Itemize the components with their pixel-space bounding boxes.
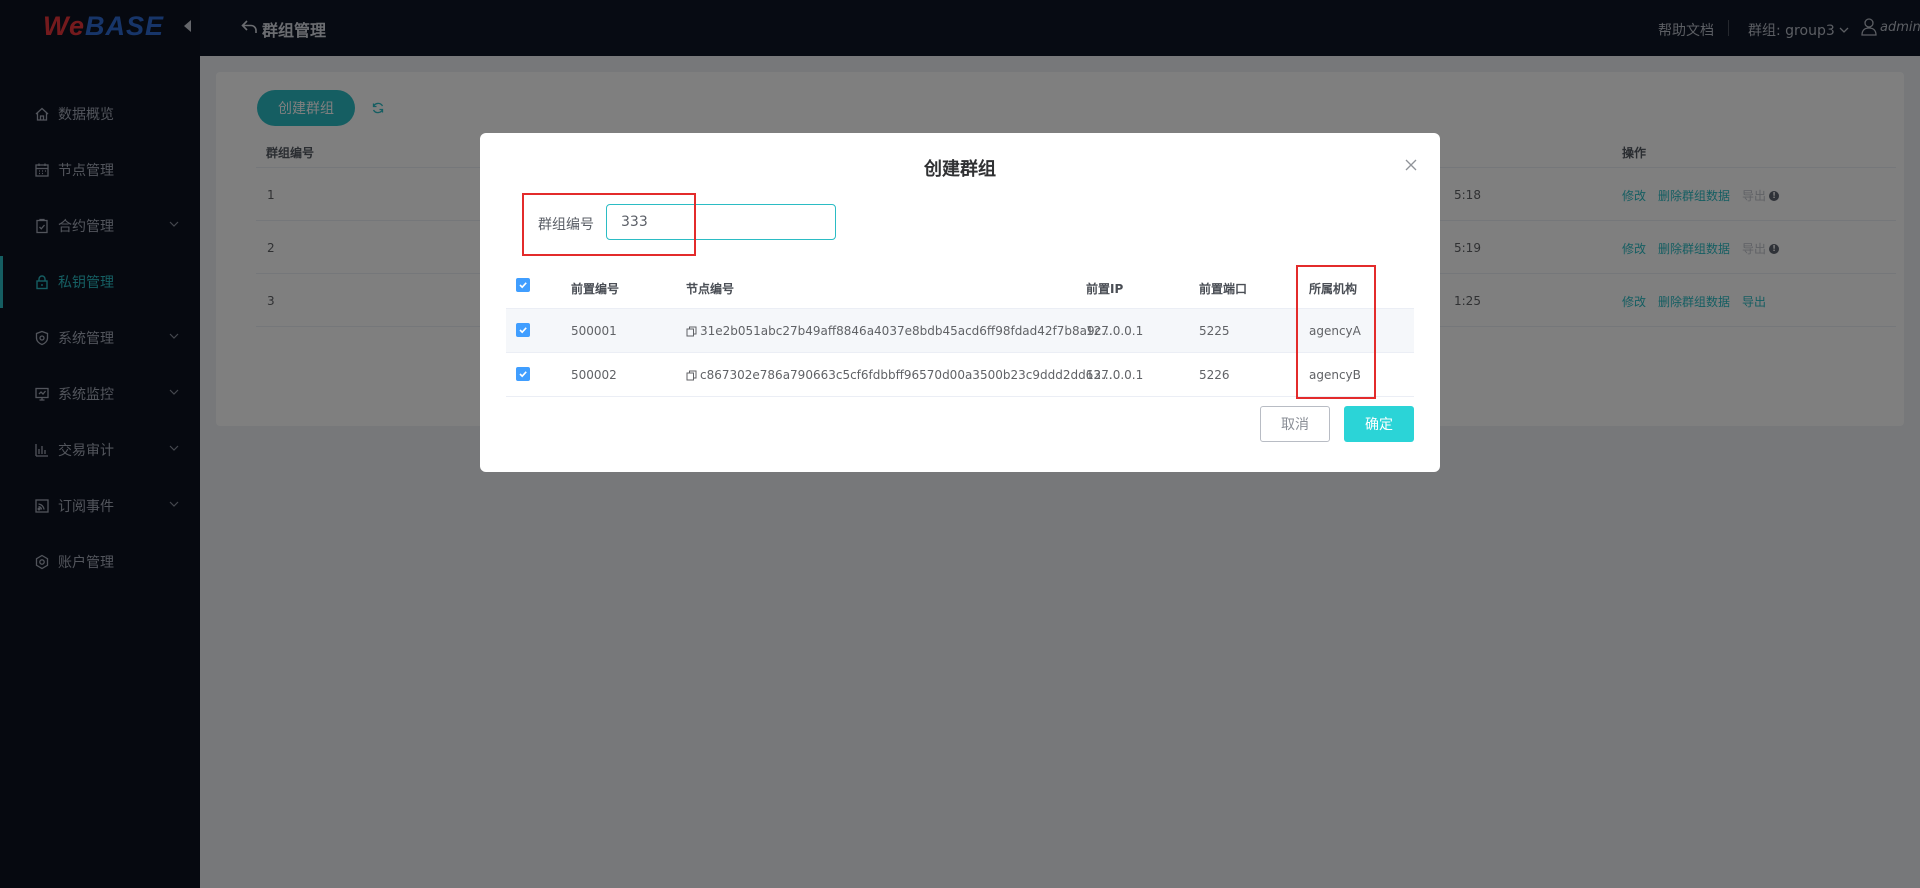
table-header: 前置编号 节点编号 前置IP 前置端口 所属机构: [506, 265, 1414, 309]
row-checkbox[interactable]: [516, 367, 530, 381]
node-id-cell: 31e2b051abc27b49aff8846a4037e8bdb45acd6f…: [686, 324, 1113, 338]
check-icon: [519, 371, 527, 378]
node-id-text: 31e2b051abc27b49aff8846a4037e8bdb45acd6f…: [700, 324, 1113, 338]
node-id-cell: c867302e786a790663c5cf6fdbbff96570d00a35…: [686, 368, 1112, 382]
check-icon: [519, 282, 527, 289]
close-icon[interactable]: [1404, 158, 1418, 172]
table-row[interactable]: 500001 31e2b051abc27b49aff8846a4037e8bdb…: [506, 309, 1414, 353]
front-port-cell: 5225: [1199, 324, 1230, 338]
table-row[interactable]: 500002 c867302e786a790663c5cf6fdbbff9657…: [506, 353, 1414, 397]
column-header-node-id: 节点编号: [686, 282, 735, 296]
front-id-cell: 500002: [571, 368, 617, 382]
copy-icon[interactable]: [686, 370, 697, 381]
front-port-cell: 5226: [1199, 368, 1230, 382]
column-header-front-id: 前置编号: [571, 282, 620, 296]
column-header-front-ip: 前置IP: [1086, 282, 1124, 296]
front-ip-cell: 127.0.0.1: [1086, 324, 1144, 338]
front-ip-cell: 127.0.0.1: [1086, 368, 1144, 382]
highlight-box-group-id: [522, 193, 696, 256]
row-checkbox[interactable]: [516, 323, 530, 337]
cancel-button[interactable]: 取消: [1260, 406, 1330, 442]
select-all-checkbox[interactable]: [516, 278, 530, 292]
dialog-title: 创建群组: [924, 159, 996, 180]
node-id-text: c867302e786a790663c5cf6fdbbff96570d00a35…: [700, 368, 1113, 382]
front-id-cell: 500001: [571, 324, 617, 338]
confirm-button[interactable]: 确定: [1344, 406, 1414, 442]
check-icon: [519, 327, 527, 334]
create-group-dialog: 创建群组 群组编号 前置编号 节点编号 前置IP 前置端口 所属机构 50000…: [480, 133, 1440, 472]
copy-icon[interactable]: [686, 326, 697, 337]
front-table: 前置编号 节点编号 前置IP 前置端口 所属机构 500001 31e2b051…: [506, 265, 1414, 397]
column-header-front-port: 前置端口: [1199, 282, 1248, 296]
highlight-box-agency: [1296, 265, 1376, 399]
